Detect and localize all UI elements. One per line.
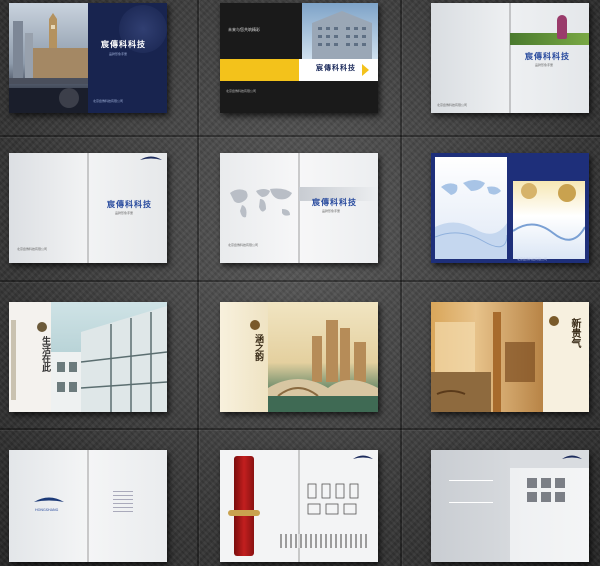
door-lock-product <box>234 456 254 556</box>
wall-seam <box>0 280 600 282</box>
brand-subtitle: 品牌形象手册 <box>109 52 128 56</box>
brochure-cover-city: 宸傳科科技 品牌形象手册 北京宸傳科技有限公司 <box>9 3 167 113</box>
wave-map-illustration <box>434 180 508 259</box>
brand-subtitle: 品牌形象手册 <box>115 211 134 215</box>
brand-title: 宸傳科科技 <box>316 63 356 72</box>
company-name: 北京宸傳科技有限公司 <box>437 103 468 107</box>
brochure-cover-logo: HONGSHANG <box>9 450 167 562</box>
logo-wordmark: HONGSHANG <box>35 508 59 512</box>
brochure-spread-product <box>220 450 378 562</box>
spec-diagram <box>306 482 366 518</box>
wall-seam <box>0 135 600 137</box>
glass-building-illustration <box>51 306 167 412</box>
wall-seam <box>400 0 402 566</box>
plant-wave-illustration <box>512 183 586 241</box>
brand-title: 宸傳科科技 <box>101 39 146 49</box>
brochure-back-cover <box>431 450 589 562</box>
architecture-photo <box>51 302 167 412</box>
company-name: 北京宸傳科技有限公司 <box>17 247 48 251</box>
brand-logo-icon <box>140 156 162 160</box>
brochure-cover-interior: 新贵气 <box>431 302 589 412</box>
brochure-cover-plain: 宸傳科科技 品牌形象手册 北京宸傳科技有限公司 <box>9 153 167 263</box>
interior-photo <box>431 302 543 412</box>
side-bar <box>11 320 16 400</box>
wall-seam <box>0 428 600 430</box>
figure-silhouette <box>557 15 567 39</box>
brand-subtitle: 品牌形象手册 <box>322 209 341 213</box>
brochure-cover-grey: 宸傳科科技 品牌形象手册 北京宸傳科技有限公司 <box>431 3 589 113</box>
brand-logo-icon <box>562 455 582 459</box>
door-handle <box>228 510 260 516</box>
city-skyline-illustration <box>9 13 88 113</box>
brochure-cover-bridge: 涵之韵 <box>220 302 378 412</box>
bridge-photo <box>268 302 378 412</box>
map-panel <box>434 157 508 259</box>
brochure-cover-yellow: 未来与您共筑精彩 宸傳科科技 北京宸傳科技有限公司 <box>220 3 378 113</box>
wall-seam <box>197 0 199 566</box>
bridge-city-illustration <box>268 320 378 412</box>
company-name: 北京宸傳科技有限公司 <box>228 243 259 247</box>
seal-icon <box>37 322 47 332</box>
tagline: 未来与您共筑精彩 <box>228 27 260 32</box>
brand-logo-icon <box>34 497 64 502</box>
brand-title: 宸傳科科技 <box>107 199 152 209</box>
brochure-cover-architecture: 生活在此 <box>9 302 167 412</box>
divider-line <box>449 480 493 481</box>
office-building-illustration <box>312 11 372 59</box>
company-name: 北京宸傳科技有限公司 <box>93 99 124 103</box>
company-name: 北京宸傳科技有限公司 <box>517 257 548 261</box>
company-name: 北京宸傳科技有限公司 <box>226 89 257 93</box>
seal-icon <box>250 320 260 330</box>
interior-room-illustration <box>431 312 535 412</box>
menu-lines <box>113 488 133 524</box>
photo-panel <box>512 181 586 259</box>
divider-line <box>449 502 493 503</box>
green-band <box>510 33 589 45</box>
brand-title: 宸傳科科技 <box>525 51 570 61</box>
arrow-right-icon <box>362 64 369 76</box>
vertical-slogan: 涵之韵 <box>253 334 263 361</box>
world-map-illustration <box>230 188 292 218</box>
vertical-slogan: 新贵气 <box>569 318 580 348</box>
product-thumbnails <box>280 534 370 548</box>
building-photo <box>302 3 378 59</box>
city-photo <box>9 3 88 113</box>
brand-logo-icon <box>353 455 373 459</box>
brochure-cover-world-map: 宸傳科科技 品牌形象手册 北京宸傳科技有限公司 <box>220 153 378 263</box>
seal-icon <box>549 316 559 326</box>
brochure-cover-blue-wave: 北京宸傳科技有限公司 <box>431 153 589 263</box>
brand-title: 宸傳科科技 <box>312 197 357 207</box>
brand-subtitle: 品牌形象手册 <box>535 63 554 67</box>
qr-grid <box>527 478 567 508</box>
